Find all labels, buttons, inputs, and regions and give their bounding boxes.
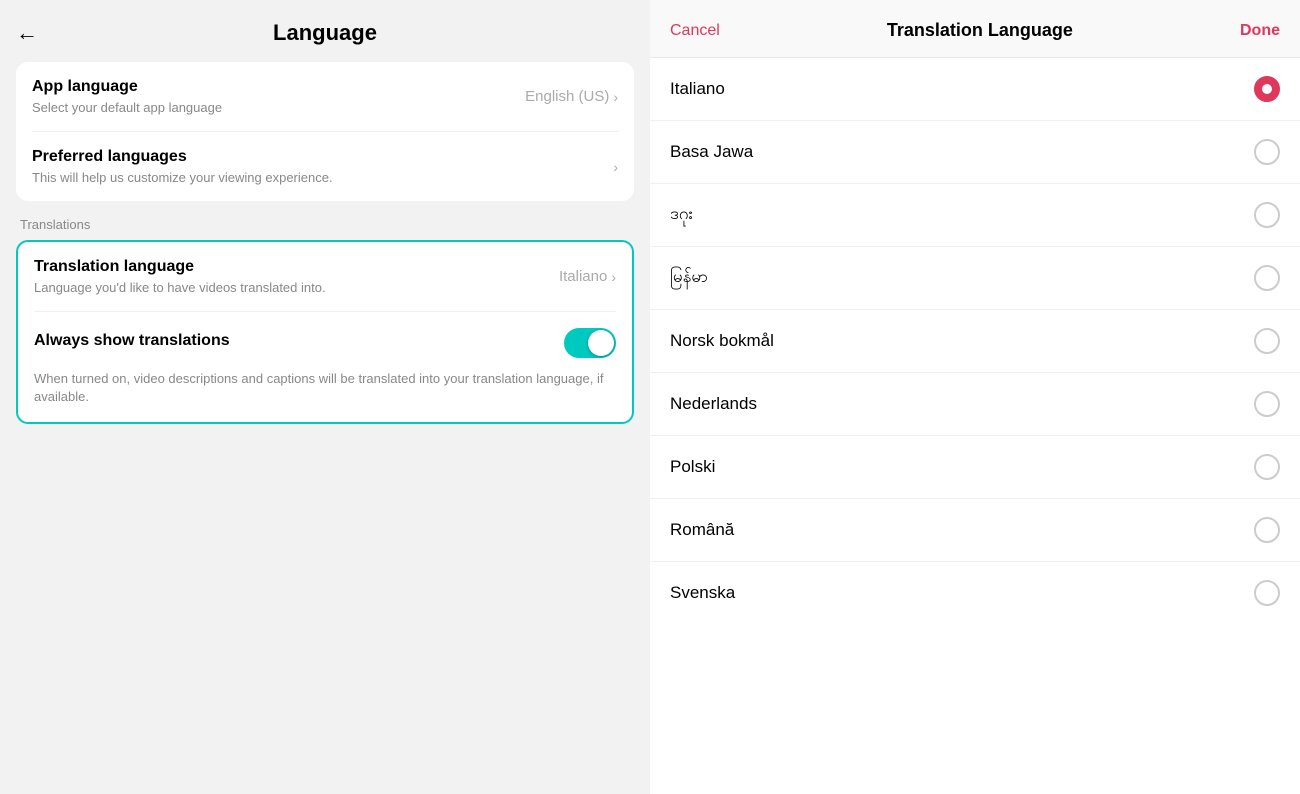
language-card: App language Select your default app lan… — [16, 62, 634, 201]
right-header: Cancel Translation Language Done — [650, 0, 1300, 58]
chevron-right-icon: › — [613, 89, 618, 105]
translation-language-sublabel: Language you'd like to have videos trans… — [34, 280, 559, 295]
app-language-row[interactable]: App language Select your default app lan… — [32, 62, 618, 132]
language-name: Nederlands — [670, 394, 757, 414]
language-name: ဒဂုး — [670, 203, 693, 228]
left-header: ← Language — [16, 0, 634, 62]
radio-button[interactable] — [1254, 328, 1280, 354]
language-item[interactable]: ဒဂုး — [650, 184, 1300, 247]
right-panel: Cancel Translation Language Done Italian… — [650, 0, 1300, 794]
language-item[interactable]: Nederlands — [650, 373, 1300, 436]
language-name: Italiano — [670, 79, 725, 99]
cancel-button[interactable]: Cancel — [670, 22, 720, 40]
radio-button[interactable] — [1254, 391, 1280, 417]
language-name: မြန်မာ — [670, 266, 708, 291]
preferred-languages-sublabel: This will help us customize your viewing… — [32, 170, 613, 185]
preferred-languages-label: Preferred languages — [32, 148, 613, 166]
radio-button[interactable] — [1254, 265, 1280, 291]
language-name: Svenska — [670, 583, 735, 603]
translation-language-title: Translation Language — [887, 20, 1073, 41]
chevron-right-icon: › — [611, 269, 616, 285]
app-language-value: English (US) — [525, 88, 609, 105]
language-name: Română — [670, 520, 734, 540]
language-item[interactable]: Italiano — [650, 58, 1300, 121]
language-item[interactable]: Basa Jawa — [650, 121, 1300, 184]
translation-language-row[interactable]: Translation language Language you'd like… — [34, 242, 616, 312]
language-name: Norsk bokmål — [670, 331, 774, 351]
always-show-translations-toggle[interactable] — [564, 328, 616, 358]
language-item[interactable]: မြန်မာ — [650, 247, 1300, 310]
radio-button[interactable] — [1254, 76, 1280, 102]
language-list: Italiano Basa Jawa ဒဂုးမြန်မာ Norsk bokmål N… — [650, 58, 1300, 794]
preferred-languages-row[interactable]: Preferred languages This will help us cu… — [32, 132, 618, 201]
always-show-translations-row: Always show translations When turned on,… — [34, 312, 616, 422]
language-name: Basa Jawa — [670, 142, 753, 162]
always-show-translations-description: When turned on, video descriptions and c… — [34, 370, 616, 406]
translation-language-value: Italiano — [559, 268, 607, 285]
radio-button[interactable] — [1254, 580, 1280, 606]
radio-button[interactable] — [1254, 139, 1280, 165]
app-language-sublabel: Select your default app language — [32, 100, 525, 115]
toggle-knob — [588, 330, 614, 356]
translations-section-label: Translations — [20, 217, 630, 232]
language-name: Polski — [670, 457, 715, 477]
radio-button[interactable] — [1254, 202, 1280, 228]
language-item[interactable]: Română — [650, 499, 1300, 562]
translation-language-label: Translation language — [34, 258, 559, 276]
left-panel: ← Language App language Select your defa… — [0, 0, 650, 794]
radio-button[interactable] — [1254, 454, 1280, 480]
chevron-right-icon: › — [613, 159, 618, 175]
radio-button[interactable] — [1254, 517, 1280, 543]
language-item[interactable]: Norsk bokmål — [650, 310, 1300, 373]
page-title: Language — [273, 20, 377, 46]
app-language-label: App language — [32, 78, 525, 96]
back-button[interactable]: ← — [16, 20, 38, 46]
always-show-translations-label: Always show translations — [34, 332, 230, 350]
translation-card: Translation language Language you'd like… — [16, 240, 634, 424]
language-item[interactable]: Svenska — [650, 562, 1300, 624]
language-item[interactable]: Polski — [650, 436, 1300, 499]
done-button[interactable]: Done — [1240, 22, 1280, 40]
